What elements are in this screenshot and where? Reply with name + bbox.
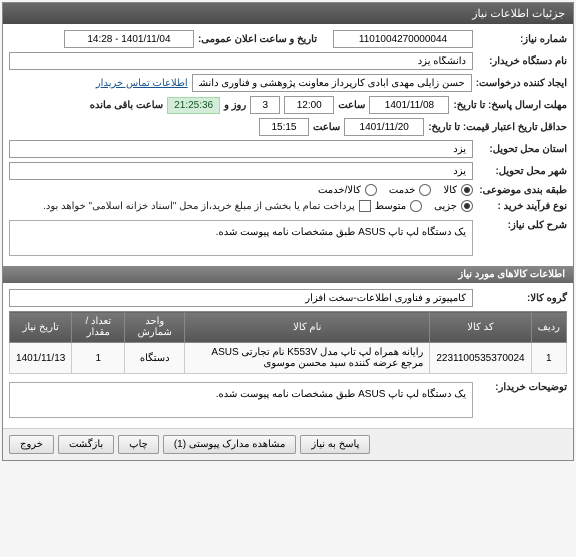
panel-body: شماره نیاز: تاریخ و ساعت اعلان عمومی: نا… <box>3 24 573 266</box>
radio-kalakhedmat-label: کالا/خدمت <box>318 185 361 196</box>
days-label: روز و <box>224 100 246 111</box>
group-input[interactable] <box>9 289 473 307</box>
summary-label: شرح کلی نیاز: <box>477 220 567 231</box>
exec-loc-input[interactable] <box>9 140 473 158</box>
remain-label: ساعت باقی مانده <box>90 100 163 111</box>
row-exec-loc: استان محل تحویل: <box>9 140 567 158</box>
city-input[interactable] <box>9 162 473 180</box>
td-unit: دستگاه <box>125 343 185 374</box>
th-unit: واحد شمارش <box>125 312 185 343</box>
table-header-row: ردیف کد کالا نام کالا واحد شمارش تعداد /… <box>10 312 567 343</box>
th-date: تاریخ نیاز <box>10 312 72 343</box>
th-name: نام کالا <box>185 312 430 343</box>
td-qty: 1 <box>72 343 125 374</box>
panel-header: جزئیات اطلاعات نیاز <box>3 3 573 24</box>
remaining-time: 21:25:36 <box>167 97 220 114</box>
th-row: ردیف <box>531 312 566 343</box>
radio-credit-circle <box>410 200 422 212</box>
td-name: رایانه همراه لپ تاپ مدل K553V نام تجارتی… <box>185 343 430 374</box>
buyer-desc-label: توضیحات خریدار: <box>477 382 567 393</box>
row-buyer-desc: توضیحات خریدار: یک دستگاه لپ تاپ ASUS طب… <box>9 382 567 418</box>
td-date: 1401/11/13 <box>10 343 72 374</box>
row-city: شهر محل تحویل: <box>9 162 567 180</box>
attachments-button[interactable]: مشاهده مدارک پیوستی (1) <box>163 435 297 454</box>
row-need-number: شماره نیاز: تاریخ و ساعت اعلان عمومی: <box>9 30 567 48</box>
td-row: 1 <box>531 343 566 374</box>
items-table: ردیف کد کالا نام کالا واحد شمارش تعداد /… <box>9 311 567 374</box>
items-body: گروه کالا: ردیف کد کالا نام کالا واحد شم… <box>3 283 573 428</box>
radio-khedmat-label: خدمت <box>389 185 416 196</box>
contact-link[interactable]: اطلاعات تماس خریدار <box>96 78 188 89</box>
category-label: طبقه بندی موضوعی: <box>477 185 567 196</box>
radio-credit-label: متوسط <box>375 201 406 212</box>
creator-label: ایجاد کننده درخواست: <box>476 78 567 89</box>
org-input[interactable] <box>9 52 473 70</box>
radio-cash[interactable]: جزیی <box>434 200 473 212</box>
valid-time-input[interactable] <box>259 118 309 136</box>
buyer-desc-box: یک دستگاه لپ تاپ ASUS طبق مشخصات نامه پی… <box>9 382 473 418</box>
valid-date-input[interactable] <box>344 118 424 136</box>
items-section-title: اطلاعات کالاهای مورد نیاز <box>3 266 573 283</box>
radio-khedmat[interactable]: خدمت <box>389 184 432 196</box>
radio-cash-label: جزیی <box>434 201 457 212</box>
th-qty: تعداد / مقدار <box>72 312 125 343</box>
radio-khedmat-circle <box>419 184 431 196</box>
category-radio-group: کالا خدمت کالا/خدمت <box>318 184 473 196</box>
row-buy-type: نوع فرآیند خرید : جزیی متوسط پرداخت تمام… <box>9 200 567 212</box>
radio-kala-circle <box>461 184 473 196</box>
need-number-input[interactable] <box>333 30 473 48</box>
buyer-desc-text: یک دستگاه لپ تاپ ASUS طبق مشخصات نامه پی… <box>216 389 466 400</box>
row-creator: ایجاد کننده درخواست: اطلاعات تماس خریدار <box>9 74 567 92</box>
time-label-1: ساعت <box>338 100 365 111</box>
row-summary: شرح کلی نیاز: یک دستگاه لپ تاپ ASUS طبق … <box>9 220 567 256</box>
group-label: گروه کالا: <box>477 293 567 304</box>
deadline-time-input[interactable] <box>284 96 334 114</box>
row-category: طبقه بندی موضوعی: کالا خدمت کالا/خدمت <box>9 184 567 196</box>
announce-label: تاریخ و ساعت اعلان عمومی: <box>198 34 317 45</box>
buy-type-label: نوع فرآیند خرید : <box>477 201 567 212</box>
radio-cash-circle <box>461 200 473 212</box>
summary-box: یک دستگاه لپ تاپ ASUS طبق مشخصات نامه پی… <box>9 220 473 256</box>
back-button[interactable]: بازگشت <box>58 435 114 454</box>
main-panel: جزئیات اطلاعات نیاز شماره نیاز: تاریخ و … <box>2 2 574 461</box>
days-count-input[interactable] <box>250 96 280 114</box>
th-code: کد کالا <box>430 312 531 343</box>
exec-loc-label: استان محل تحویل: <box>477 144 567 155</box>
deadline-date-input[interactable] <box>369 96 449 114</box>
summary-text: یک دستگاه لپ تاپ ASUS طبق مشخصات نامه پی… <box>216 227 466 238</box>
valid-label: حداقل تاریخ اعتبار قیمت: تا تاریخ: <box>428 122 567 133</box>
time-label-2: ساعت <box>313 122 340 133</box>
row-org: نام دستگاه خریدار: <box>9 52 567 70</box>
radio-kala[interactable]: کالا <box>443 184 473 196</box>
radio-kalakhedmat[interactable]: کالا/خدمت <box>318 184 377 196</box>
payment-checkbox[interactable] <box>359 200 371 212</box>
button-row: پاسخ به نیاز مشاهده مدارک پیوستی (1) چاپ… <box>3 428 573 460</box>
row-validity: حداقل تاریخ اعتبار قیمت: تا تاریخ: ساعت <box>9 118 567 136</box>
table-row[interactable]: 1 2231100535370024 رایانه همراه لپ تاپ م… <box>10 343 567 374</box>
buy-type-radio-group: جزیی متوسط <box>375 200 473 212</box>
exit-button[interactable]: خروج <box>9 435 54 454</box>
city-label: شهر محل تحویل: <box>477 166 567 177</box>
org-label: نام دستگاه خریدار: <box>477 56 567 67</box>
need-number-label: شماره نیاز: <box>477 34 567 45</box>
td-code: 2231100535370024 <box>430 343 531 374</box>
announce-input[interactable] <box>64 30 194 48</box>
payment-note: پرداخت تمام یا بخشی از مبلغ خرید،از محل … <box>43 201 355 212</box>
radio-kalakhedmat-circle <box>365 184 377 196</box>
panel-title: جزئیات اطلاعات نیاز <box>472 8 565 20</box>
radio-kala-label: کالا <box>443 185 457 196</box>
row-group: گروه کالا: <box>9 289 567 307</box>
print-button[interactable]: چاپ <box>118 435 159 454</box>
radio-credit[interactable]: متوسط <box>375 200 422 212</box>
creator-input[interactable] <box>192 74 472 92</box>
row-deadline: مهلت ارسال پاسخ: تا تاریخ: ساعت روز و 21… <box>9 96 567 114</box>
respond-button[interactable]: پاسخ به نیاز <box>300 435 370 454</box>
deadline-label: مهلت ارسال پاسخ: تا تاریخ: <box>453 100 567 111</box>
